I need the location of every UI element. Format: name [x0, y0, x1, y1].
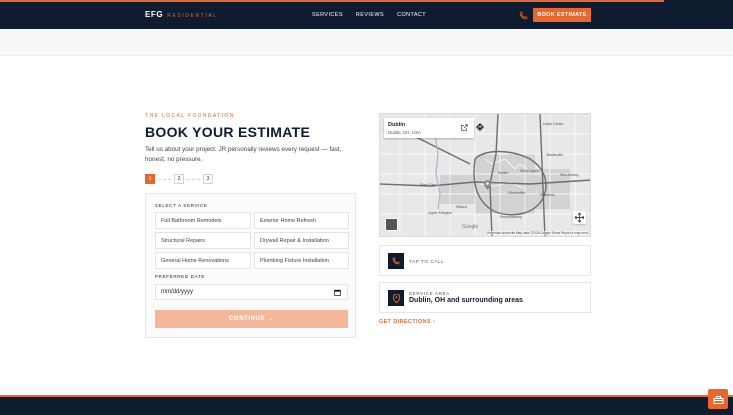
location-pin-icon	[392, 293, 400, 303]
service-option[interactable]: Structural Repairs	[155, 232, 251, 249]
estimate-form: SELECT A SERVICE Full Bathroom Remodels …	[145, 193, 356, 338]
directions-icon[interactable]	[476, 123, 484, 131]
call-card[interactable]: TAP TO CALL	[379, 245, 591, 276]
map-label: Plain City	[420, 183, 435, 187]
logo[interactable]: EFG RESIDENTIAL	[145, 10, 218, 19]
date-placeholder: mm/dd/yyyy	[161, 289, 194, 295]
map-label: Westerville	[546, 153, 563, 157]
step-connector	[158, 178, 171, 180]
phone-icon	[392, 257, 400, 265]
step-3[interactable]: 3	[203, 174, 213, 184]
open-external-icon[interactable]	[461, 124, 468, 131]
map-layer-toggle[interactable]	[385, 218, 398, 231]
map-embed[interactable]: Lewis Center Westerville Dublin Hilliard…	[379, 113, 591, 237]
get-directions-link[interactable]: GET DIRECTIONS ›	[379, 319, 435, 325]
map-label: Gahanna	[540, 193, 554, 197]
map-label: Hilliard	[456, 205, 467, 209]
map-camera-control[interactable]	[573, 211, 586, 224]
map-place-card: Dublin Dublin, OH, USA	[384, 118, 474, 138]
map-place-name: Dublin	[388, 122, 406, 128]
date-label: PREFERRED DATE	[155, 274, 205, 279]
footer	[0, 395, 733, 415]
nav-link-reviews[interactable]: REVIEWS	[356, 12, 384, 18]
page-title: BOOK YOUR ESTIMATE	[145, 124, 311, 140]
logo-text: EFG	[145, 10, 164, 19]
header-band	[0, 29, 733, 56]
map-label: New Albany	[560, 173, 579, 177]
date-input[interactable]: mm/dd/yyyy	[155, 284, 348, 300]
nav-link-contact[interactable]: CONTACT	[397, 12, 426, 18]
continue-button[interactable]: CONTINUE →	[155, 310, 348, 328]
call-label: TAP TO CALL	[409, 259, 445, 264]
step-connector	[187, 178, 200, 180]
map-label: Lewis Center	[543, 122, 564, 126]
map-place-address: Dublin, OH, USA	[388, 130, 421, 135]
service-option[interactable]: General Home Renovations	[155, 252, 251, 269]
step-1[interactable]: 1	[145, 174, 155, 184]
book-estimate-button[interactable]: BOOK ESTIMATE	[533, 8, 591, 22]
calendar-icon[interactable]	[334, 289, 341, 296]
nav-accent-bar	[0, 0, 664, 2]
service-grid: Full Bathroom Remodels Exterior Home Ref…	[155, 212, 349, 269]
chat-widget-button[interactable]	[708, 389, 728, 409]
map-label: Dublin	[498, 171, 508, 175]
nav-links: SERVICES REVIEWS CONTACT	[312, 12, 426, 18]
step-2[interactable]: 2	[174, 174, 184, 184]
service-area-card: SERVICE AREA Dublin, OH and surrounding …	[379, 282, 591, 313]
map-label: Upper Arlington	[428, 211, 452, 215]
map-label: Clintonville	[508, 191, 525, 195]
service-option[interactable]: Drywall Repair & Installation	[254, 232, 349, 249]
nav-link-services[interactable]: SERVICES	[312, 12, 343, 18]
top-nav: EFG RESIDENTIAL SERVICES REVIEWS CONTACT …	[0, 0, 733, 29]
service-option[interactable]: Plumbing Fixture Installation	[254, 252, 349, 269]
map-pin-icon[interactable]	[484, 180, 491, 190]
service-label: SELECT A SERVICE	[155, 203, 208, 208]
toolbox-icon	[713, 395, 723, 404]
area-icon-box	[388, 290, 404, 306]
lede-text: Tell us about your project. JR personall…	[145, 146, 342, 163]
google-logo: Google	[462, 224, 479, 230]
service-option[interactable]: Full Bathroom Remodels	[155, 212, 251, 229]
map-label: Reynoldsburg	[500, 215, 522, 219]
move-icon	[574, 212, 585, 223]
phone-icon[interactable]	[519, 11, 528, 20]
area-value: Dublin, OH and surrounding areas	[409, 297, 523, 304]
map-attribution[interactable]: Keyboard shortcuts Map data ©2026 Google…	[487, 231, 588, 235]
logo-subtitle: RESIDENTIAL	[167, 13, 218, 19]
map-label: Worthington	[520, 169, 539, 173]
service-option[interactable]: Exterior Home Refresh	[254, 212, 349, 229]
eyebrow: THE LOCAL FOUNDATION	[145, 113, 235, 119]
area-label: SERVICE AREA	[409, 291, 450, 296]
call-icon-box	[388, 253, 404, 269]
step-indicator: 1 2 3	[145, 174, 213, 184]
